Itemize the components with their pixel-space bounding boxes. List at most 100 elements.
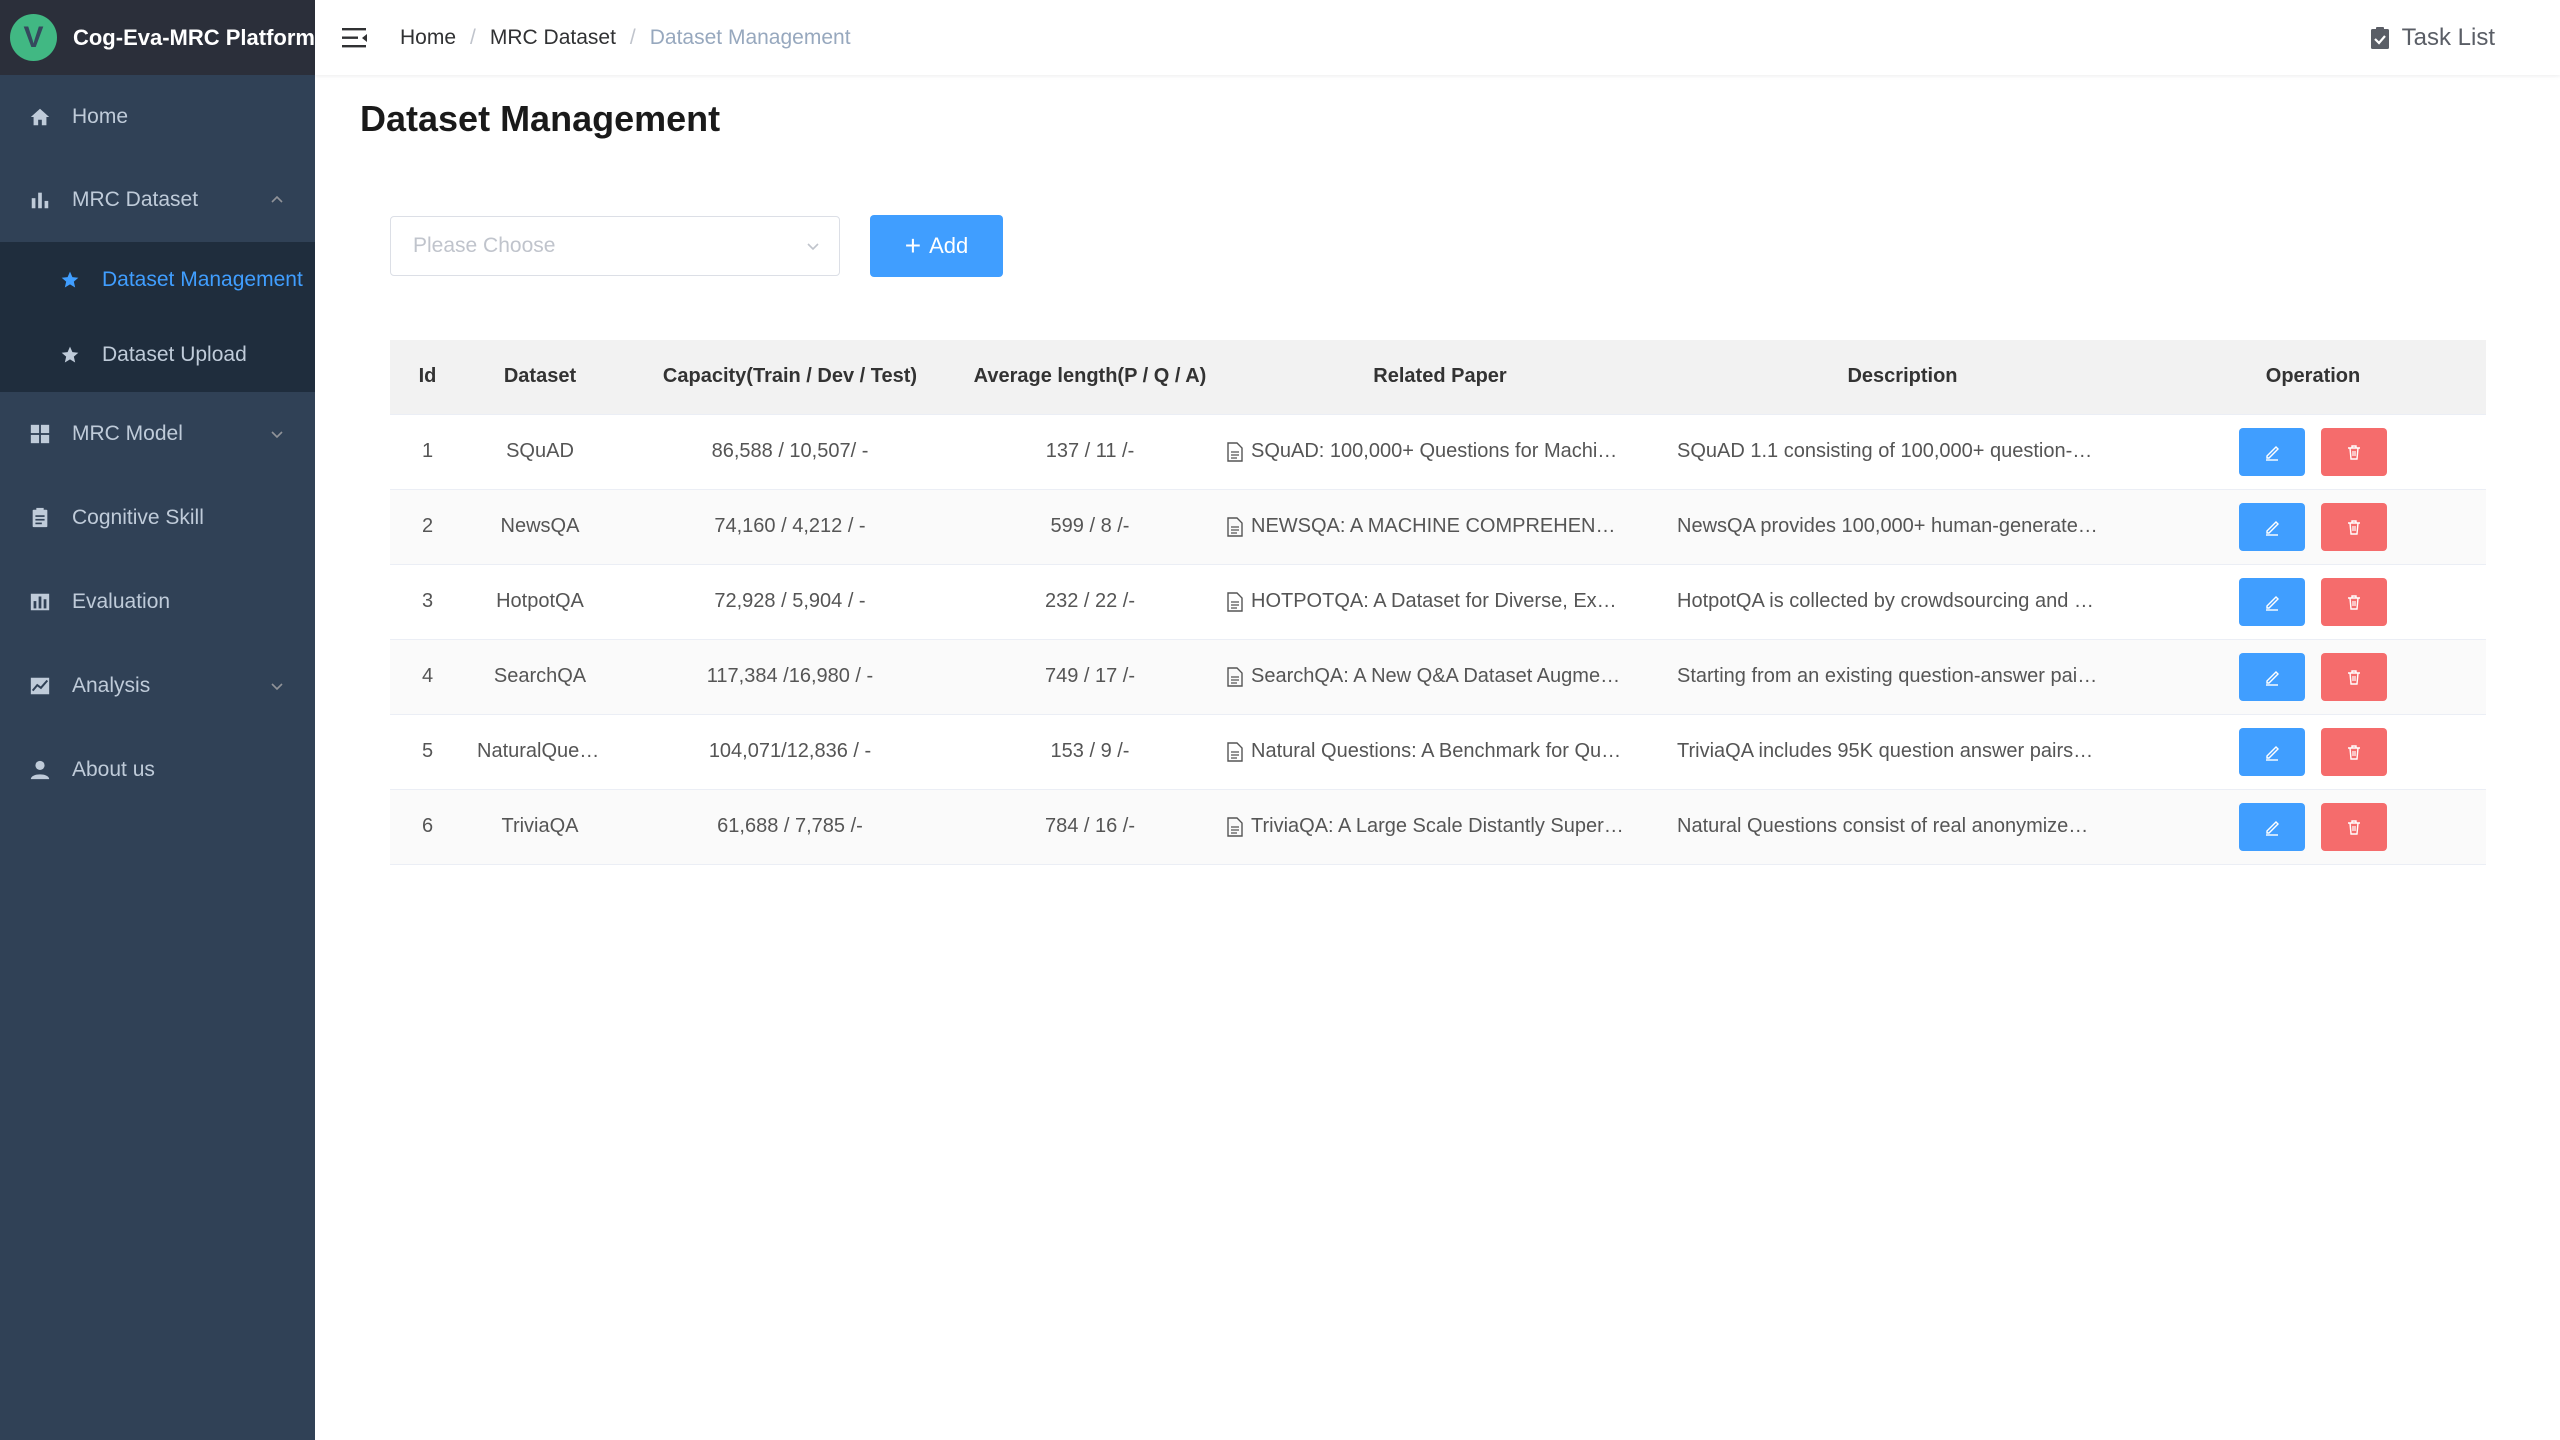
cell-related-paper: SearchQA: A New Q&A Dataset Augme… (1215, 639, 1665, 715)
cell-operation (2140, 714, 2486, 790)
dataset-table: Id Dataset Capacity(Train / Dev / Test) … (390, 340, 2486, 865)
cell-description: Natural Questions consist of real anonym… (1665, 789, 2140, 865)
chevron-down-icon (805, 238, 821, 254)
sidebar-item-dataset-upload[interactable]: Dataset Upload (0, 317, 315, 392)
breadcrumb-item-home[interactable]: Home (400, 26, 456, 50)
cell-id: 6 (390, 789, 465, 865)
edit-icon (2266, 445, 2279, 461)
delete-button[interactable] (2321, 427, 2387, 476)
user-icon (28, 758, 52, 782)
dataset-select[interactable] (390, 216, 840, 276)
trash-icon (2348, 444, 2360, 460)
sidebar-item-evaluation[interactable]: Evaluation (0, 560, 315, 644)
paper-link[interactable]: Natural Questions: A Benchmark for Qu… (1251, 740, 1621, 763)
cell-average-length: 784 / 16 /- (965, 789, 1215, 865)
sidebar-item-about-us[interactable]: About us (0, 728, 315, 812)
delete-button[interactable] (2321, 652, 2387, 701)
add-button-label: Add (929, 233, 969, 258)
breadcrumb-separator: / (629, 25, 636, 49)
paper-link[interactable]: SQuAD: 100,000+ Questions for Machi… (1251, 440, 1617, 463)
cell-average-length: 232 / 22 /- (965, 564, 1215, 640)
edit-button[interactable] (2239, 577, 2305, 626)
sidebar-item-label: About us (72, 758, 155, 781)
cell-related-paper: Natural Questions: A Benchmark for Qu… (1215, 714, 1665, 790)
cell-operation (2140, 414, 2486, 490)
sidebar-item-analysis[interactable]: Analysis (0, 644, 315, 728)
clipboard-icon (28, 506, 52, 530)
cell-capacity: 74,160 / 4,212 / - (615, 489, 965, 565)
cell-id: 5 (390, 714, 465, 790)
delete-button[interactable] (2321, 502, 2387, 551)
paper-link[interactable]: HOTPOTQA: A Dataset for Diverse, Ex… (1251, 590, 1617, 613)
sidebar-item-dataset-management[interactable]: Dataset Management (0, 242, 315, 317)
edit-icon (2266, 745, 2279, 761)
cell-dataset: TriviaQA (465, 789, 615, 865)
document-icon (1227, 741, 1243, 762)
paper-link[interactable]: NEWSQA: A MACHINE COMPREHEN… (1251, 515, 1616, 538)
bar-chart-icon (28, 188, 52, 212)
sidebar-item-mrc-dataset[interactable]: MRC Dataset (0, 158, 315, 242)
table-row: 4 SearchQA 117,384 /16,980 / - 749 / 17 … (390, 639, 2486, 715)
document-icon (1227, 516, 1243, 537)
sidebar-item-label: Cognitive Skill (72, 506, 204, 529)
edit-button[interactable] (2239, 427, 2305, 476)
cell-dataset: HotpotQA (465, 564, 615, 640)
cell-operation (2140, 639, 2486, 715)
edit-button[interactable] (2239, 802, 2305, 851)
task-list-button[interactable]: Task List (2370, 0, 2495, 75)
table-row: 1 SQuAD 86,588 / 10,507/ - 137 / 11 /- S… (390, 414, 2486, 490)
delete-button[interactable] (2321, 802, 2387, 851)
trash-icon (2348, 744, 2360, 760)
breadcrumb-item-mrc-dataset[interactable]: MRC Dataset (490, 26, 616, 50)
cell-operation (2140, 564, 2486, 640)
delete-button[interactable] (2321, 577, 2387, 626)
dataset-select-input[interactable] (413, 234, 793, 258)
sidebar-item-label: Evaluation (72, 590, 171, 613)
sidebar: V Cog-Eva-MRC Platform Home MRC Dataset … (0, 0, 315, 1440)
add-button[interactable]: + Add (870, 215, 1003, 277)
document-icon (1227, 441, 1243, 462)
grid-icon (28, 422, 52, 446)
column-header-capacity: Capacity(Train / Dev / Test) (615, 340, 965, 415)
trash-icon (2348, 519, 2360, 535)
brand[interactable]: V Cog-Eva-MRC Platform (0, 0, 315, 75)
submenu-mrc-dataset: Dataset Management Dataset Upload (0, 242, 315, 392)
cell-operation (2140, 489, 2486, 565)
column-header-description: Description (1665, 340, 2140, 415)
clipboard-check-icon (2370, 26, 2392, 50)
logo-letter: V (23, 20, 44, 54)
cell-related-paper: NEWSQA: A MACHINE COMPREHEN… (1215, 489, 1665, 565)
paper-link[interactable]: SearchQA: A New Q&A Dataset Augme… (1251, 665, 1620, 688)
task-list-label: Task List (2401, 23, 2495, 51)
navbar: Home / MRC Dataset / Dataset Management … (315, 0, 2560, 75)
cell-average-length: 599 / 8 /- (965, 489, 1215, 565)
chevron-up-icon (267, 190, 287, 210)
sidebar-item-mrc-model[interactable]: MRC Model (0, 392, 315, 476)
sidebar-item-label: Analysis (72, 674, 151, 697)
cell-id: 2 (390, 489, 465, 565)
sidebar-item-cognitive-skill[interactable]: Cognitive Skill (0, 476, 315, 560)
cell-id: 3 (390, 564, 465, 640)
edit-icon (2266, 595, 2279, 611)
sidebar-item-home[interactable]: Home (0, 75, 315, 158)
column-header-operation: Operation (2140, 340, 2486, 415)
cell-description: HotpotQA is collected by crowdsourcing a… (1665, 564, 2140, 640)
cell-related-paper: HOTPOTQA: A Dataset for Diverse, Ex… (1215, 564, 1665, 640)
edit-button[interactable] (2239, 727, 2305, 776)
edit-button[interactable] (2239, 502, 2305, 551)
home-icon (28, 105, 52, 129)
column-header-dataset: Dataset (465, 340, 615, 415)
hamburger-icon[interactable] (340, 23, 370, 53)
document-icon (1227, 816, 1243, 837)
document-icon (1227, 591, 1243, 612)
table-row: 3 HotpotQA 72,928 / 5,904 / - 232 / 22 /… (390, 564, 2486, 640)
sidebar-item-label: Dataset Upload (102, 342, 247, 366)
plus-icon: + (904, 230, 922, 261)
cell-description: SQuAD 1.1 consisting of 100,000+ questio… (1665, 414, 2140, 490)
edit-button[interactable] (2239, 652, 2305, 701)
cell-capacity: 104,071/12,836 / - (615, 714, 965, 790)
delete-button[interactable] (2321, 727, 2387, 776)
trend-chart-icon (28, 674, 52, 698)
cell-description: NewsQA provides 100,000+ human-generate… (1665, 489, 2140, 565)
paper-link[interactable]: TriviaQA: A Large Scale Distantly Super… (1251, 815, 1624, 838)
